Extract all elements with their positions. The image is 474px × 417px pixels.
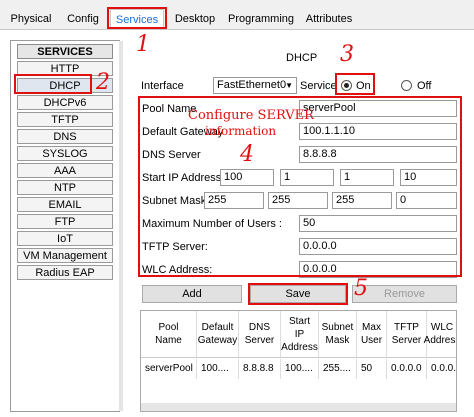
- column-header-default-gateway[interactable]: Default Gateway: [197, 311, 239, 357]
- tab-desktop[interactable]: Desktop: [172, 9, 218, 29]
- page-title: DHCP: [286, 52, 318, 64]
- annotation-number-2: 2: [96, 70, 110, 95]
- annotation-box-save-button: [248, 283, 348, 305]
- tab-attributes[interactable]: Attributes: [302, 9, 356, 29]
- cell-tftp-server: 0.0.0.0: [387, 359, 427, 379]
- tab-bar: Physical Config Services Desktop Program…: [0, 0, 474, 30]
- cell-dns-server: 8.8.8.8: [239, 359, 281, 379]
- cell-start-ip: 100....: [281, 359, 319, 379]
- annotation-number-4: 4: [240, 142, 254, 167]
- interface-select[interactable]: FastEthernet0 ▼: [213, 77, 297, 94]
- tab-config[interactable]: Config: [64, 9, 102, 29]
- services-header: SERVICES: [17, 44, 113, 59]
- table-header-divider: [141, 357, 456, 358]
- annotation-number-1: 1: [136, 32, 150, 57]
- service-item-aaa[interactable]: AAA: [17, 163, 113, 178]
- service-off-radio[interactable]: [401, 80, 412, 91]
- services-list: SERVICES HTTP DHCP DHCPv6 TFTP DNS SYSLO…: [10, 40, 123, 412]
- service-label: Service: [300, 80, 337, 92]
- service-off-label: Off: [417, 80, 432, 92]
- annotation-box-services-tab: [107, 7, 167, 29]
- annotation-number-3: 3: [340, 42, 354, 67]
- cell-subnet-mask: 255....: [319, 359, 357, 379]
- service-item-vm-management[interactable]: VM Management: [17, 248, 113, 263]
- services-scrollbar[interactable]: [119, 41, 123, 411]
- column-header-pool-name[interactable]: Pool Name: [141, 311, 197, 357]
- cell-default-gateway: 100....: [197, 359, 239, 379]
- service-item-email[interactable]: EMAIL: [17, 197, 113, 212]
- column-header-dns-server[interactable]: DNS Server: [239, 311, 281, 357]
- column-header-max-user[interactable]: Max User: [357, 311, 387, 357]
- tab-programming[interactable]: Programming: [228, 9, 294, 29]
- annotation-box-server-info: [138, 96, 462, 277]
- column-header-start-ip[interactable]: Start IP Address: [281, 311, 319, 357]
- annotation-box-service-on: [335, 73, 375, 95]
- service-item-iot[interactable]: IoT: [17, 231, 113, 246]
- cell-max-user: 50: [357, 359, 387, 379]
- column-header-wlc-address[interactable]: WLC Address: [424, 311, 456, 357]
- annotation-configure-line-1: Configure SERVER: [188, 108, 314, 123]
- annotation-box-dhcp-item: [14, 74, 92, 94]
- service-item-dhcpv6[interactable]: DHCPv6: [17, 95, 113, 110]
- service-item-syslog[interactable]: SYSLOG: [17, 146, 113, 161]
- cell-wlc-address: 0.0.0.0: [427, 359, 456, 379]
- add-button[interactable]: Add: [142, 285, 242, 303]
- interface-label: Interface: [141, 80, 184, 92]
- pool-table: Pool Name Default Gateway DNS Server Sta…: [140, 310, 457, 412]
- cell-pool-name: serverPool: [141, 359, 197, 379]
- table-horizontal-scrollbar[interactable]: [141, 403, 456, 411]
- column-header-subnet-mask[interactable]: Subnet Mask: [319, 311, 357, 357]
- service-item-radius-eap[interactable]: Radius EAP: [17, 265, 113, 280]
- chevron-down-icon: ▼: [285, 81, 293, 90]
- tab-physical[interactable]: Physical: [8, 9, 54, 29]
- annotation-number-5: 5: [354, 276, 368, 301]
- service-item-ftp[interactable]: FTP: [17, 214, 113, 229]
- service-item-tftp[interactable]: TFTP: [17, 112, 113, 127]
- interface-select-value: FastEthernet0: [217, 79, 287, 91]
- column-header-tftp-server[interactable]: TFTP Server: [387, 311, 427, 357]
- service-item-dns[interactable]: DNS: [17, 129, 113, 144]
- annotation-configure-line-2: information: [205, 124, 277, 138]
- service-item-ntp[interactable]: NTP: [17, 180, 113, 195]
